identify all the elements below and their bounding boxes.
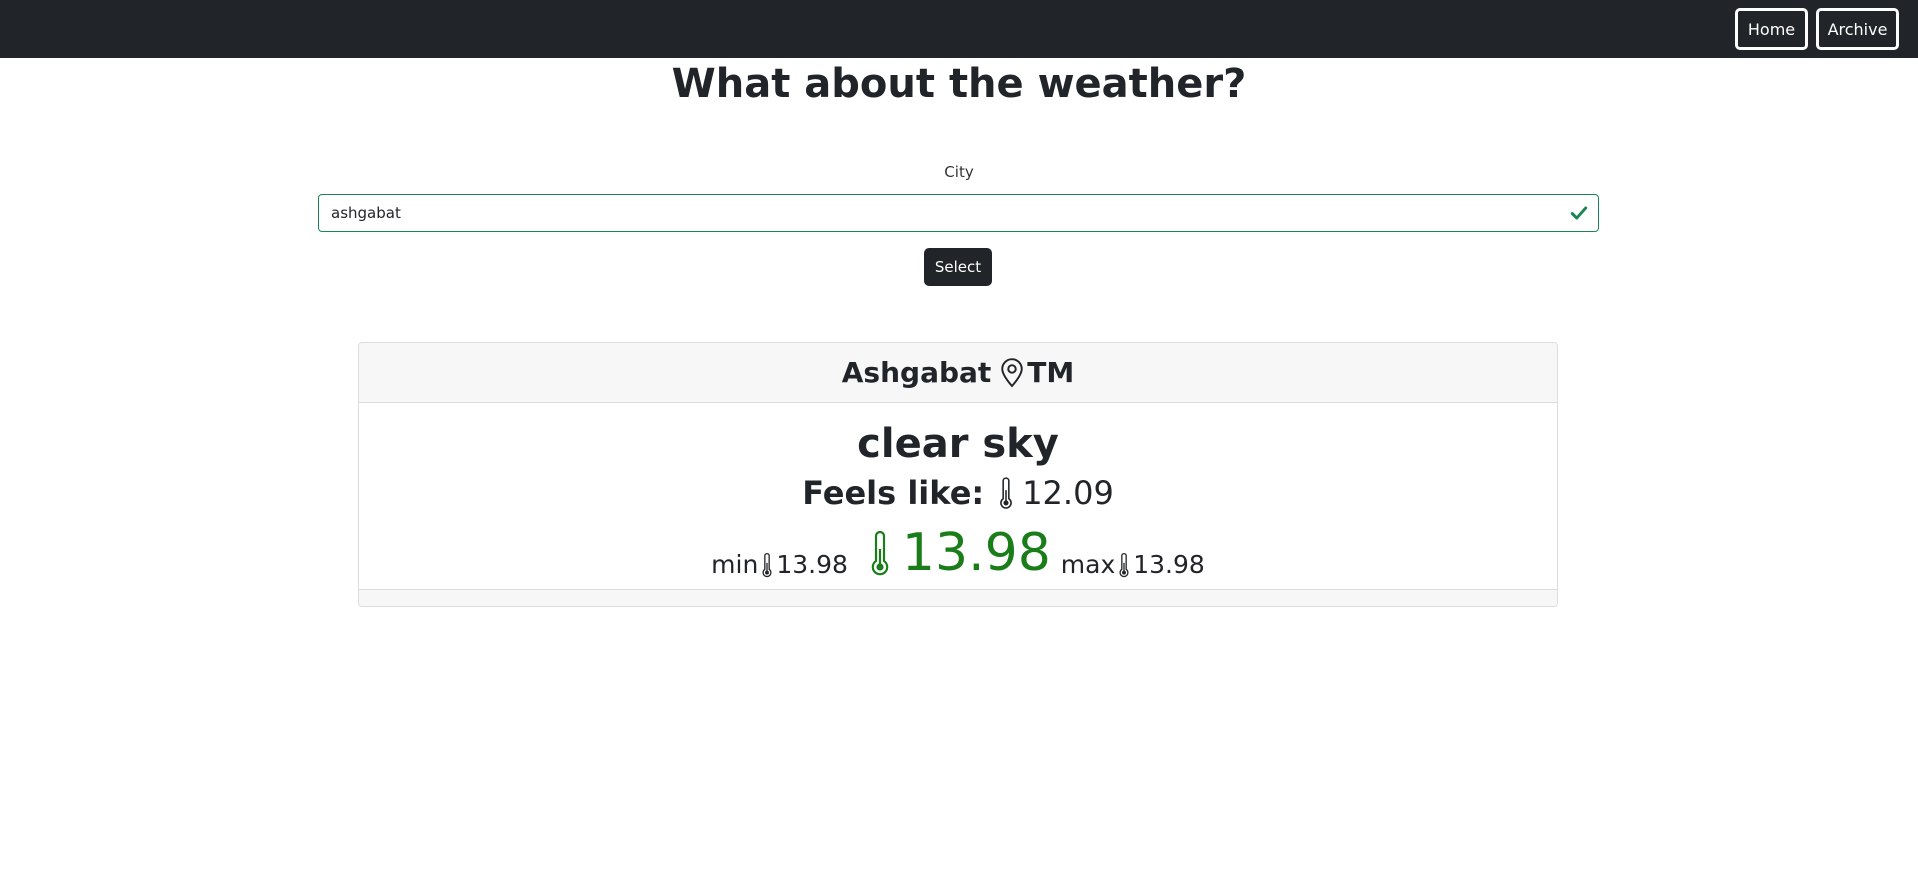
archive-button[interactable]: Archive xyxy=(1816,8,1899,50)
thermometer-icon xyxy=(871,530,889,576)
max-value: 13.98 xyxy=(1133,550,1205,579)
feels-like-row: Feels like: 12.09 xyxy=(359,473,1557,513)
temperature-row: min 13.98 13.98 max 13.98 xyxy=(359,523,1557,583)
city-input[interactable] xyxy=(331,195,1551,230)
city-input-container xyxy=(318,194,1599,232)
thermometer-icon xyxy=(762,552,772,578)
feels-like-value: 12.09 xyxy=(1022,474,1114,512)
feels-like-label: Feels like: xyxy=(802,474,985,512)
city-name: Ashgabat xyxy=(841,356,992,389)
min-value: 13.98 xyxy=(776,550,848,579)
check-icon xyxy=(1570,206,1588,220)
thermometer-icon xyxy=(1000,477,1013,509)
thermometer-icon xyxy=(1119,552,1129,578)
max-label: max xyxy=(1060,550,1116,579)
country-code: TM xyxy=(1027,356,1075,389)
weather-description: clear sky xyxy=(857,421,1059,467)
min-temp: min 13.98 xyxy=(711,547,848,583)
card-header: Ashgabat TM xyxy=(359,343,1557,403)
weather-card: Ashgabat TM clear sky Feels like: 12.09 … xyxy=(358,342,1558,607)
max-temp: max 13.98 xyxy=(1061,547,1205,583)
current-temp-value: 13.98 xyxy=(901,523,1051,583)
home-button[interactable]: Home xyxy=(1735,8,1808,50)
top-navbar: Home Archive xyxy=(0,0,1918,58)
min-label: min xyxy=(711,550,759,579)
city-label: City xyxy=(944,163,974,181)
page-title: What about the weather? xyxy=(671,61,1247,107)
geo-alt-icon xyxy=(1001,357,1024,387)
current-temp: 13.98 xyxy=(866,523,1051,583)
select-button[interactable]: Select xyxy=(924,248,992,286)
card-footer xyxy=(359,589,1557,606)
